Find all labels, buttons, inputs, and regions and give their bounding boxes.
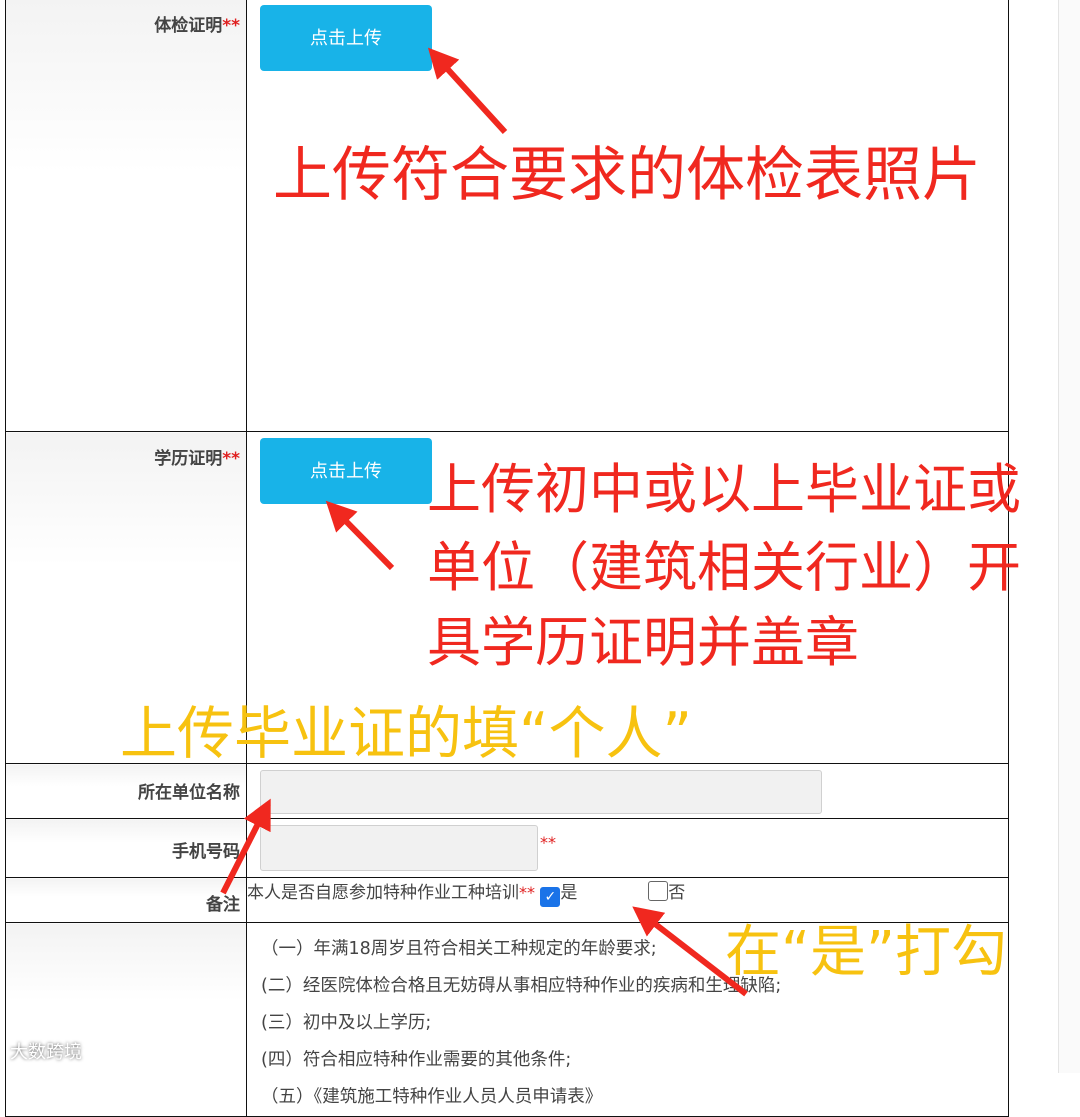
arrow-to-health-upload <box>427 47 508 135</box>
education-upload-annotation-line3: 具学历证明并盖章 <box>427 611 859 674</box>
education-upload-annotation-line1: 上传初中或以上毕业证或 <box>427 458 1021 521</box>
arrow-to-education-upload <box>325 500 395 571</box>
health-upload-annotation: 上传符合要求的体检表照片 <box>273 140 982 209</box>
arrow-to-company-input <box>220 798 271 895</box>
watermark: 大数跨境 <box>10 1042 82 1063</box>
education-upload-annotation-line2: 单位（建筑相关行业）开 <box>427 536 1021 599</box>
company-name-annotation: 上传毕业证的填“个人” <box>120 701 693 767</box>
check-yes-annotation: 在“是”打勾 <box>725 920 1008 985</box>
condition-item: （五）《建筑施工特种作业人员人员申请表》 <box>261 1087 603 1107</box>
